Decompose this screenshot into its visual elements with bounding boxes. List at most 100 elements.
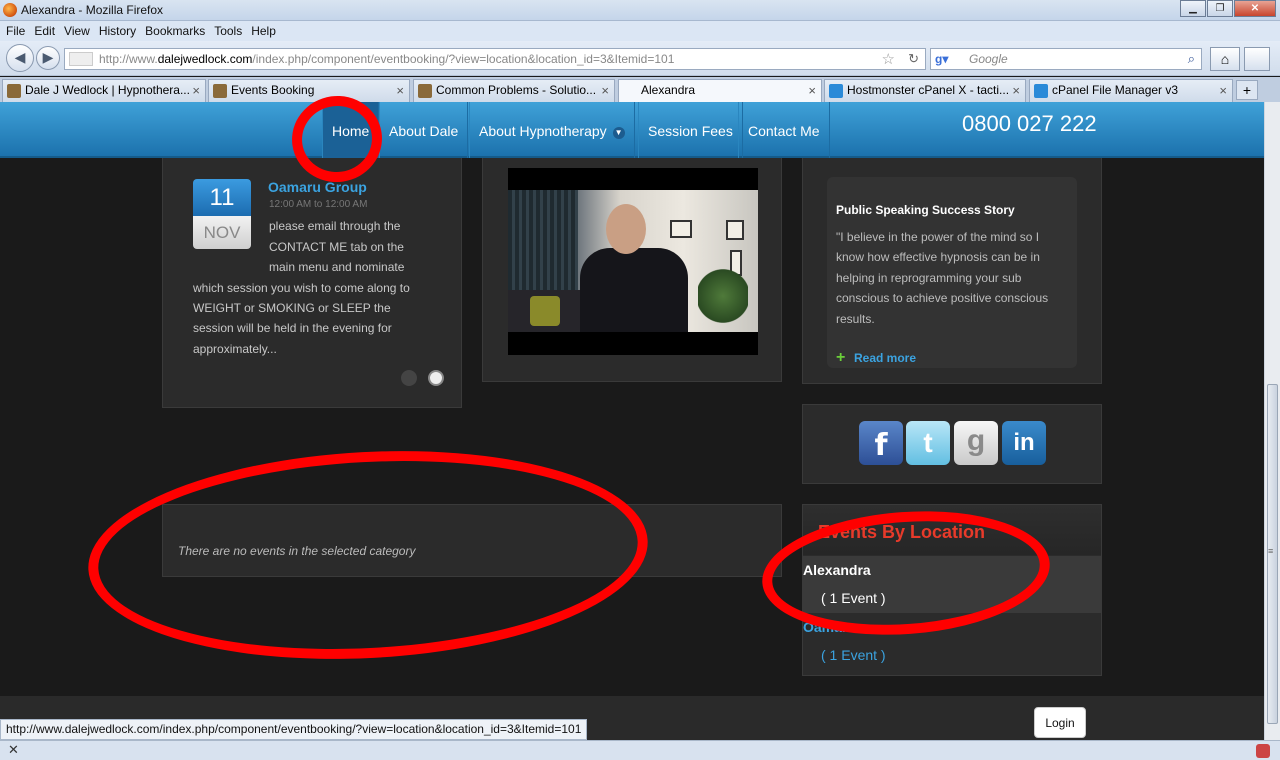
carousel-dot-active[interactable] xyxy=(428,370,444,386)
video-player[interactable] xyxy=(508,168,758,355)
google-icon[interactable]: g▾ xyxy=(935,52,951,66)
event-text-line: which session you wish to come along to xyxy=(193,281,410,295)
tab-close-icon[interactable]: × xyxy=(1219,80,1227,101)
search-placeholder: Google xyxy=(969,52,1008,66)
close-window-button[interactable]: ✕ xyxy=(1234,0,1276,17)
tab-favicon-icon xyxy=(7,84,21,98)
addon-icon[interactable] xyxy=(1256,744,1270,758)
back-button[interactable]: ◀ xyxy=(6,44,34,72)
tab-label: cPanel File Manager v3 xyxy=(1052,83,1179,97)
menu-file[interactable]: File xyxy=(6,24,25,38)
menu-history[interactable]: History xyxy=(99,24,136,38)
tab-events-booking[interactable]: Events Booking × xyxy=(208,79,410,102)
event-text-line: main menu and nominate xyxy=(269,260,405,274)
event-text-line: WEIGHT or SMOKING or SLEEP the xyxy=(193,301,391,315)
event-text-line: session will be held in the evening for xyxy=(193,321,392,335)
tab-common-problems[interactable]: Common Problems - Solutio... × xyxy=(413,79,615,102)
forward-arrow-icon: ▶ xyxy=(42,49,54,65)
tab-favicon-icon xyxy=(829,84,843,98)
event-title-link[interactable]: Oamaru Group xyxy=(268,179,367,195)
url-prefix: http://www. xyxy=(99,52,158,66)
new-tab-button[interactable]: + xyxy=(1236,80,1258,100)
read-more-label: Read more xyxy=(854,351,917,365)
bookmark-star-icon[interactable]: ☆ xyxy=(882,50,895,68)
event-text-line: CONTACT ME tab on the xyxy=(269,240,404,254)
reload-icon[interactable]: ↻ xyxy=(908,51,919,67)
tab-alexandra[interactable]: Alexandra × xyxy=(618,79,822,102)
minimize-button[interactable]: ▁ xyxy=(1180,0,1206,17)
tab-close-icon[interactable]: × xyxy=(808,80,816,101)
nav-about-hypnotherapy-label: About Hypnotherapy xyxy=(479,123,607,139)
site-navigation: Home About Dale About Hypnotherapy ▼ Sess… xyxy=(0,102,1264,158)
close-addon-bar-icon[interactable]: ✕ xyxy=(8,742,19,758)
event-day: 11 xyxy=(193,179,251,216)
tab-label: Alexandra xyxy=(641,83,696,97)
tab-hostmonster[interactable]: Hostmonster cPanel X - tacti... × xyxy=(824,79,1026,102)
phone-number: 0800 027 222 xyxy=(962,111,1097,136)
extension-button[interactable] xyxy=(1244,47,1270,71)
site-identity-icon[interactable] xyxy=(69,52,93,66)
tab-cpanel-file-manager[interactable]: cPanel File Manager v3 × xyxy=(1029,79,1233,102)
linkedin-icon[interactable]: in xyxy=(1002,421,1046,465)
status-bar-url: http://www.dalejwedlock.com/index.php/co… xyxy=(0,719,588,740)
story-line: conscious to achieve positive conscious xyxy=(836,291,1049,306)
carousel-dot[interactable] xyxy=(401,370,417,386)
event-text-line: approximately... xyxy=(193,342,277,356)
nav-about-dale[interactable]: About Dale xyxy=(379,102,469,158)
social-panel xyxy=(802,404,1102,484)
tab-favicon-icon xyxy=(1034,84,1048,98)
firefox-logo-icon xyxy=(3,3,17,17)
video-frame-image xyxy=(508,190,758,332)
tab-close-icon[interactable]: × xyxy=(192,80,200,101)
nav-session-fees[interactable]: Session Fees xyxy=(638,102,743,158)
maximize-button[interactable]: ❐ xyxy=(1207,0,1233,17)
location-count-oamaru[interactable]: ( 1 Event ) xyxy=(821,647,886,663)
tab-label: Hostmonster cPanel X - tacti... xyxy=(847,83,1010,97)
home-button[interactable]: ⌂ xyxy=(1210,47,1240,71)
menu-help[interactable]: Help xyxy=(251,24,276,38)
scroll-grip-icon: ≡ xyxy=(1268,546,1274,556)
address-url[interactable]: http://www.dalejwedlock.com/index.php/co… xyxy=(99,52,674,66)
tab-label: Events Booking xyxy=(231,83,315,97)
event-text-line: please email through the xyxy=(269,219,401,233)
nav-contact-me[interactable]: Contact Me xyxy=(738,102,830,158)
story-line: helping in reprogramming your sub xyxy=(836,270,1022,285)
event-date-box: 11 NOV xyxy=(193,179,251,249)
read-more-link[interactable]: + Read more xyxy=(836,349,917,366)
address-bar[interactable]: http://www.dalejwedlock.com/index.php/co… xyxy=(64,48,926,70)
menu-view[interactable]: View xyxy=(64,24,90,38)
url-domain: dalejwedlock.com xyxy=(157,52,253,66)
url-path: /index.php/component/eventbooking/?view=… xyxy=(252,52,675,66)
twitter-icon[interactable]: t xyxy=(906,421,950,465)
tab-close-icon[interactable]: × xyxy=(1012,80,1020,101)
facebook-icon[interactable]: f xyxy=(859,421,903,465)
tab-close-icon[interactable]: × xyxy=(601,80,609,101)
menu-bar: File Edit View History Bookmarks Tools H… xyxy=(0,21,1280,41)
story-line: "I believe in the power of the mind so I xyxy=(836,230,1040,244)
navigation-toolbar: ◀ ▶ http://www.dalejwedlock.com/index.ph… xyxy=(0,41,1280,76)
story-line: know how effective hypnosis can be in xyxy=(836,250,1040,265)
search-icon[interactable]: ⌕ xyxy=(1188,51,1195,67)
story-title: Public Speaking Success Story xyxy=(836,203,1015,217)
page-scrollbar[interactable]: ≡ xyxy=(1264,102,1280,740)
tab-label: Dale J Wedlock | Hypnothera... xyxy=(25,83,190,97)
addon-bar: ✕ xyxy=(0,740,1280,760)
forward-button[interactable]: ▶ xyxy=(36,46,60,70)
event-time: 12:00 AM to 12:00 AM xyxy=(269,199,368,210)
plus-icon: + xyxy=(836,349,846,366)
tab-bar: Dale J Wedlock | Hypnothera... × Events … xyxy=(0,77,1280,102)
window-title: Alexandra - Mozilla Firefox xyxy=(21,3,164,17)
nav-about-hypnotherapy[interactable]: About Hypnotherapy ▼ xyxy=(469,102,635,158)
google-plus-icon[interactable]: g xyxy=(954,421,998,465)
tab-dale-wedlock[interactable]: Dale J Wedlock | Hypnothera... × xyxy=(2,79,206,102)
login-button[interactable]: Login xyxy=(1034,707,1086,738)
story-line: results. xyxy=(836,311,875,326)
story-text: "I believe in the power of the mind so I… xyxy=(836,227,1066,329)
annotation-circle-no-events xyxy=(82,437,654,673)
menu-edit[interactable]: Edit xyxy=(34,24,55,38)
menu-tools[interactable]: Tools xyxy=(214,24,242,38)
tab-close-icon[interactable]: × xyxy=(396,80,404,101)
menu-bookmarks[interactable]: Bookmarks xyxy=(145,24,205,38)
search-bar[interactable]: g▾ Google ⌕ xyxy=(930,48,1202,70)
tab-favicon-icon xyxy=(418,84,432,98)
